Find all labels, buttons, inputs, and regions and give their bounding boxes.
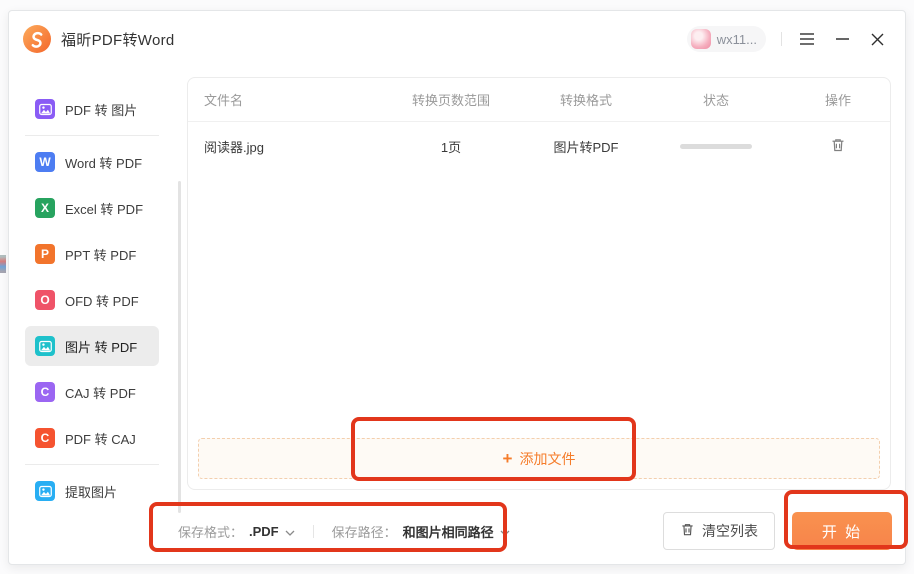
status-cell [646,144,786,149]
page-range: 1页 [376,137,526,156]
column-header: 状态 [646,90,786,109]
sidebar-item-excel-to-pdf[interactable]: X Excel 转 PDF [25,188,159,228]
actions-cell [786,135,890,158]
avatar [691,29,711,49]
save-path-label: 保存路径： [332,522,397,541]
word-icon: W [35,152,55,172]
save-format-dropdown[interactable]: 保存格式： .PDF [178,522,295,541]
column-header: 转换格式 [526,90,646,109]
column-header: 文件名 [188,90,376,109]
sidebar-item-label: Excel 转 PDF [65,199,143,218]
excel-icon: X [35,198,55,218]
sidebar-item-word-to-pdf[interactable]: W Word 转 PDF [25,142,159,182]
minimize-icon[interactable] [832,29,852,49]
convert-format: 图片转PDF [526,137,646,156]
clear-list-label: 清空列表 [702,521,758,541]
trash-icon [680,522,695,540]
progress-bar [680,144,752,149]
plus-icon: + [503,450,513,467]
sidebar-item-label: PDF 转 CAJ [65,429,136,448]
table-header: 文件名转换页数范围转换格式状态操作 [188,78,890,122]
ppt-icon: P [35,244,55,264]
add-file-button[interactable]: + 添加文件 [198,438,880,479]
background-window-fragment [0,255,6,273]
sidebar-item-pdf-to-caj[interactable]: C PDF 转 CAJ [25,418,159,458]
trash-icon [830,137,846,156]
delete-row-button[interactable] [828,135,848,158]
image-extract-icon [35,481,55,501]
sidebar: PDF 转 图片 W Word 转 PDF X Excel 转 PDF P PPT 转 PD… [9,67,187,564]
titlebar: 福昕PDF转Word wx11... [9,11,905,67]
sidebar-item-label: Word 转 PDF [65,153,142,172]
image-icon [35,99,55,119]
file-name: 阅读器.jpg [188,137,376,156]
start-button[interactable]: 开 始 [792,512,892,550]
sidebar-item-label: 提取图片 [65,482,117,501]
ofd-icon: O [35,290,55,310]
sidebar-divider [25,464,159,465]
sidebar-item-ofd-to-pdf[interactable]: O OFD 转 PDF [25,280,159,320]
footer-separator [313,525,314,538]
titlebar-separator [781,32,782,46]
close-icon[interactable] [867,29,887,49]
clear-list-button[interactable]: 清空列表 [663,512,775,550]
app-title: 福昕PDF转Word [61,29,175,50]
image-icon [35,336,55,356]
save-controls: 保存格式： .PDF 保存路径： 和图片相同路径 [178,522,510,541]
column-header: 转换页数范围 [376,90,526,109]
sidebar-item-image-to-pdf[interactable]: 图片 转 PDF [25,326,159,366]
sidebar-list: PDF 转 图片 W Word 转 PDF X Excel 转 PDF P PPT 转 PD… [25,89,187,511]
sidebar-item-label: PDF 转 图片 [65,100,137,119]
caj-icon: C [35,382,55,402]
sidebar-item-pdf-to-image[interactable]: PDF 转 图片 [25,89,159,129]
save-format-value: .PDF [249,524,279,539]
user-name: wx11... [717,32,757,47]
user-account[interactable]: wx11... [687,26,766,52]
app-window: 福昕PDF转Word wx11... PDF 转 图片 W Word 转 PDF XE… [8,10,906,565]
sidebar-item-ppt-to-pdf[interactable]: P PPT 转 PDF [25,234,159,274]
sidebar-item-caj-to-pdf[interactable]: C CAJ 转 PDF [25,372,159,412]
save-path-value: 和图片相同路径 [403,522,494,541]
save-format-label: 保存格式： [178,522,243,541]
app-logo-icon [23,25,51,53]
save-path-dropdown[interactable]: 保存路径： 和图片相同路径 [332,522,510,541]
sidebar-item-label: PPT 转 PDF [65,245,136,264]
sidebar-item-label: 图片 转 PDF [65,337,137,356]
chevron-down-icon [285,524,295,539]
caj-icon: C [35,428,55,448]
sidebar-divider [25,135,159,136]
hamburger-menu-icon[interactable] [797,29,817,49]
sidebar-item-label: CAJ 转 PDF [65,383,136,402]
add-file-label: 添加文件 [519,449,575,469]
footer: 保存格式： .PDF 保存路径： 和图片相同路径 清空列表 [9,503,905,559]
column-header: 操作 [786,90,890,109]
sidebar-item-label: OFD 转 PDF [65,291,139,310]
file-list-panel: 文件名转换页数范围转换格式状态操作 阅读器.jpg1页图片转PDF + 添加文件 [187,77,891,490]
sidebar-scrollbar[interactable] [178,181,181,513]
table-row: 阅读器.jpg1页图片转PDF [188,122,890,170]
table-body: 阅读器.jpg1页图片转PDF [188,122,890,170]
chevron-down-icon [500,524,510,539]
